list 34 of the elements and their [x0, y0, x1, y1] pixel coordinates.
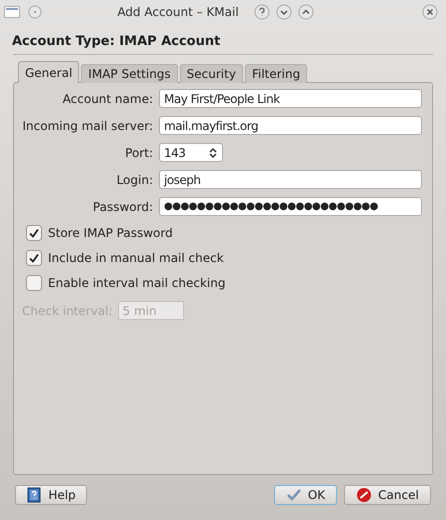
app-menu-icon[interactable] — [4, 6, 20, 18]
checkbox[interactable] — [26, 225, 42, 241]
spin-box[interactable]: 143 — [159, 143, 223, 162]
tab[interactable]: Security — [180, 64, 243, 83]
input-field[interactable]: May First/People Link — [159, 89, 422, 108]
tab[interactable]: General — [18, 61, 80, 83]
checkbox[interactable] — [26, 250, 42, 266]
window-title: Add Account – KMail — [116, 4, 240, 21]
help-book-icon — [26, 487, 42, 503]
input-field[interactable]: ●●●●●●●●●●●●●●●●●●●●●●●●●● — [159, 197, 422, 216]
cancel-button[interactable]: Cancel — [344, 485, 431, 505]
input-field[interactable]: joseph — [159, 170, 422, 189]
field-label: Password: — [92, 198, 153, 216]
maximize-icon[interactable] — [298, 4, 314, 20]
field-label: Account name: — [62, 90, 153, 108]
cancel-icon — [356, 487, 372, 503]
help-icon[interactable] — [254, 4, 270, 20]
spin-arrows-icon[interactable] — [208, 146, 218, 158]
field-label: Port: — [124, 144, 153, 162]
help-button[interactable]: Help — [15, 485, 87, 505]
minimize-icon[interactable] — [276, 4, 292, 20]
checkbox-label: Enable interval mail checking — [48, 275, 226, 292]
checkbox-label: Include in manual mail check — [48, 250, 224, 267]
checkbox-label: Store IMAP Password — [48, 225, 173, 242]
tab[interactable]: IMAP Settings — [81, 64, 178, 83]
field-label: Login: — [116, 172, 153, 188]
input-field[interactable]: mail.mayfirst.org — [159, 116, 422, 135]
checkbox[interactable] — [26, 275, 42, 291]
account-type-heading: Account Type: IMAP Account — [11, 33, 222, 51]
ok-button[interactable]: OK — [274, 485, 337, 505]
checkmark-icon — [286, 487, 302, 503]
field-label: Incoming mail server: — [22, 118, 153, 134]
tab[interactable]: Filtering — [244, 64, 308, 83]
close-icon[interactable] — [422, 4, 438, 20]
